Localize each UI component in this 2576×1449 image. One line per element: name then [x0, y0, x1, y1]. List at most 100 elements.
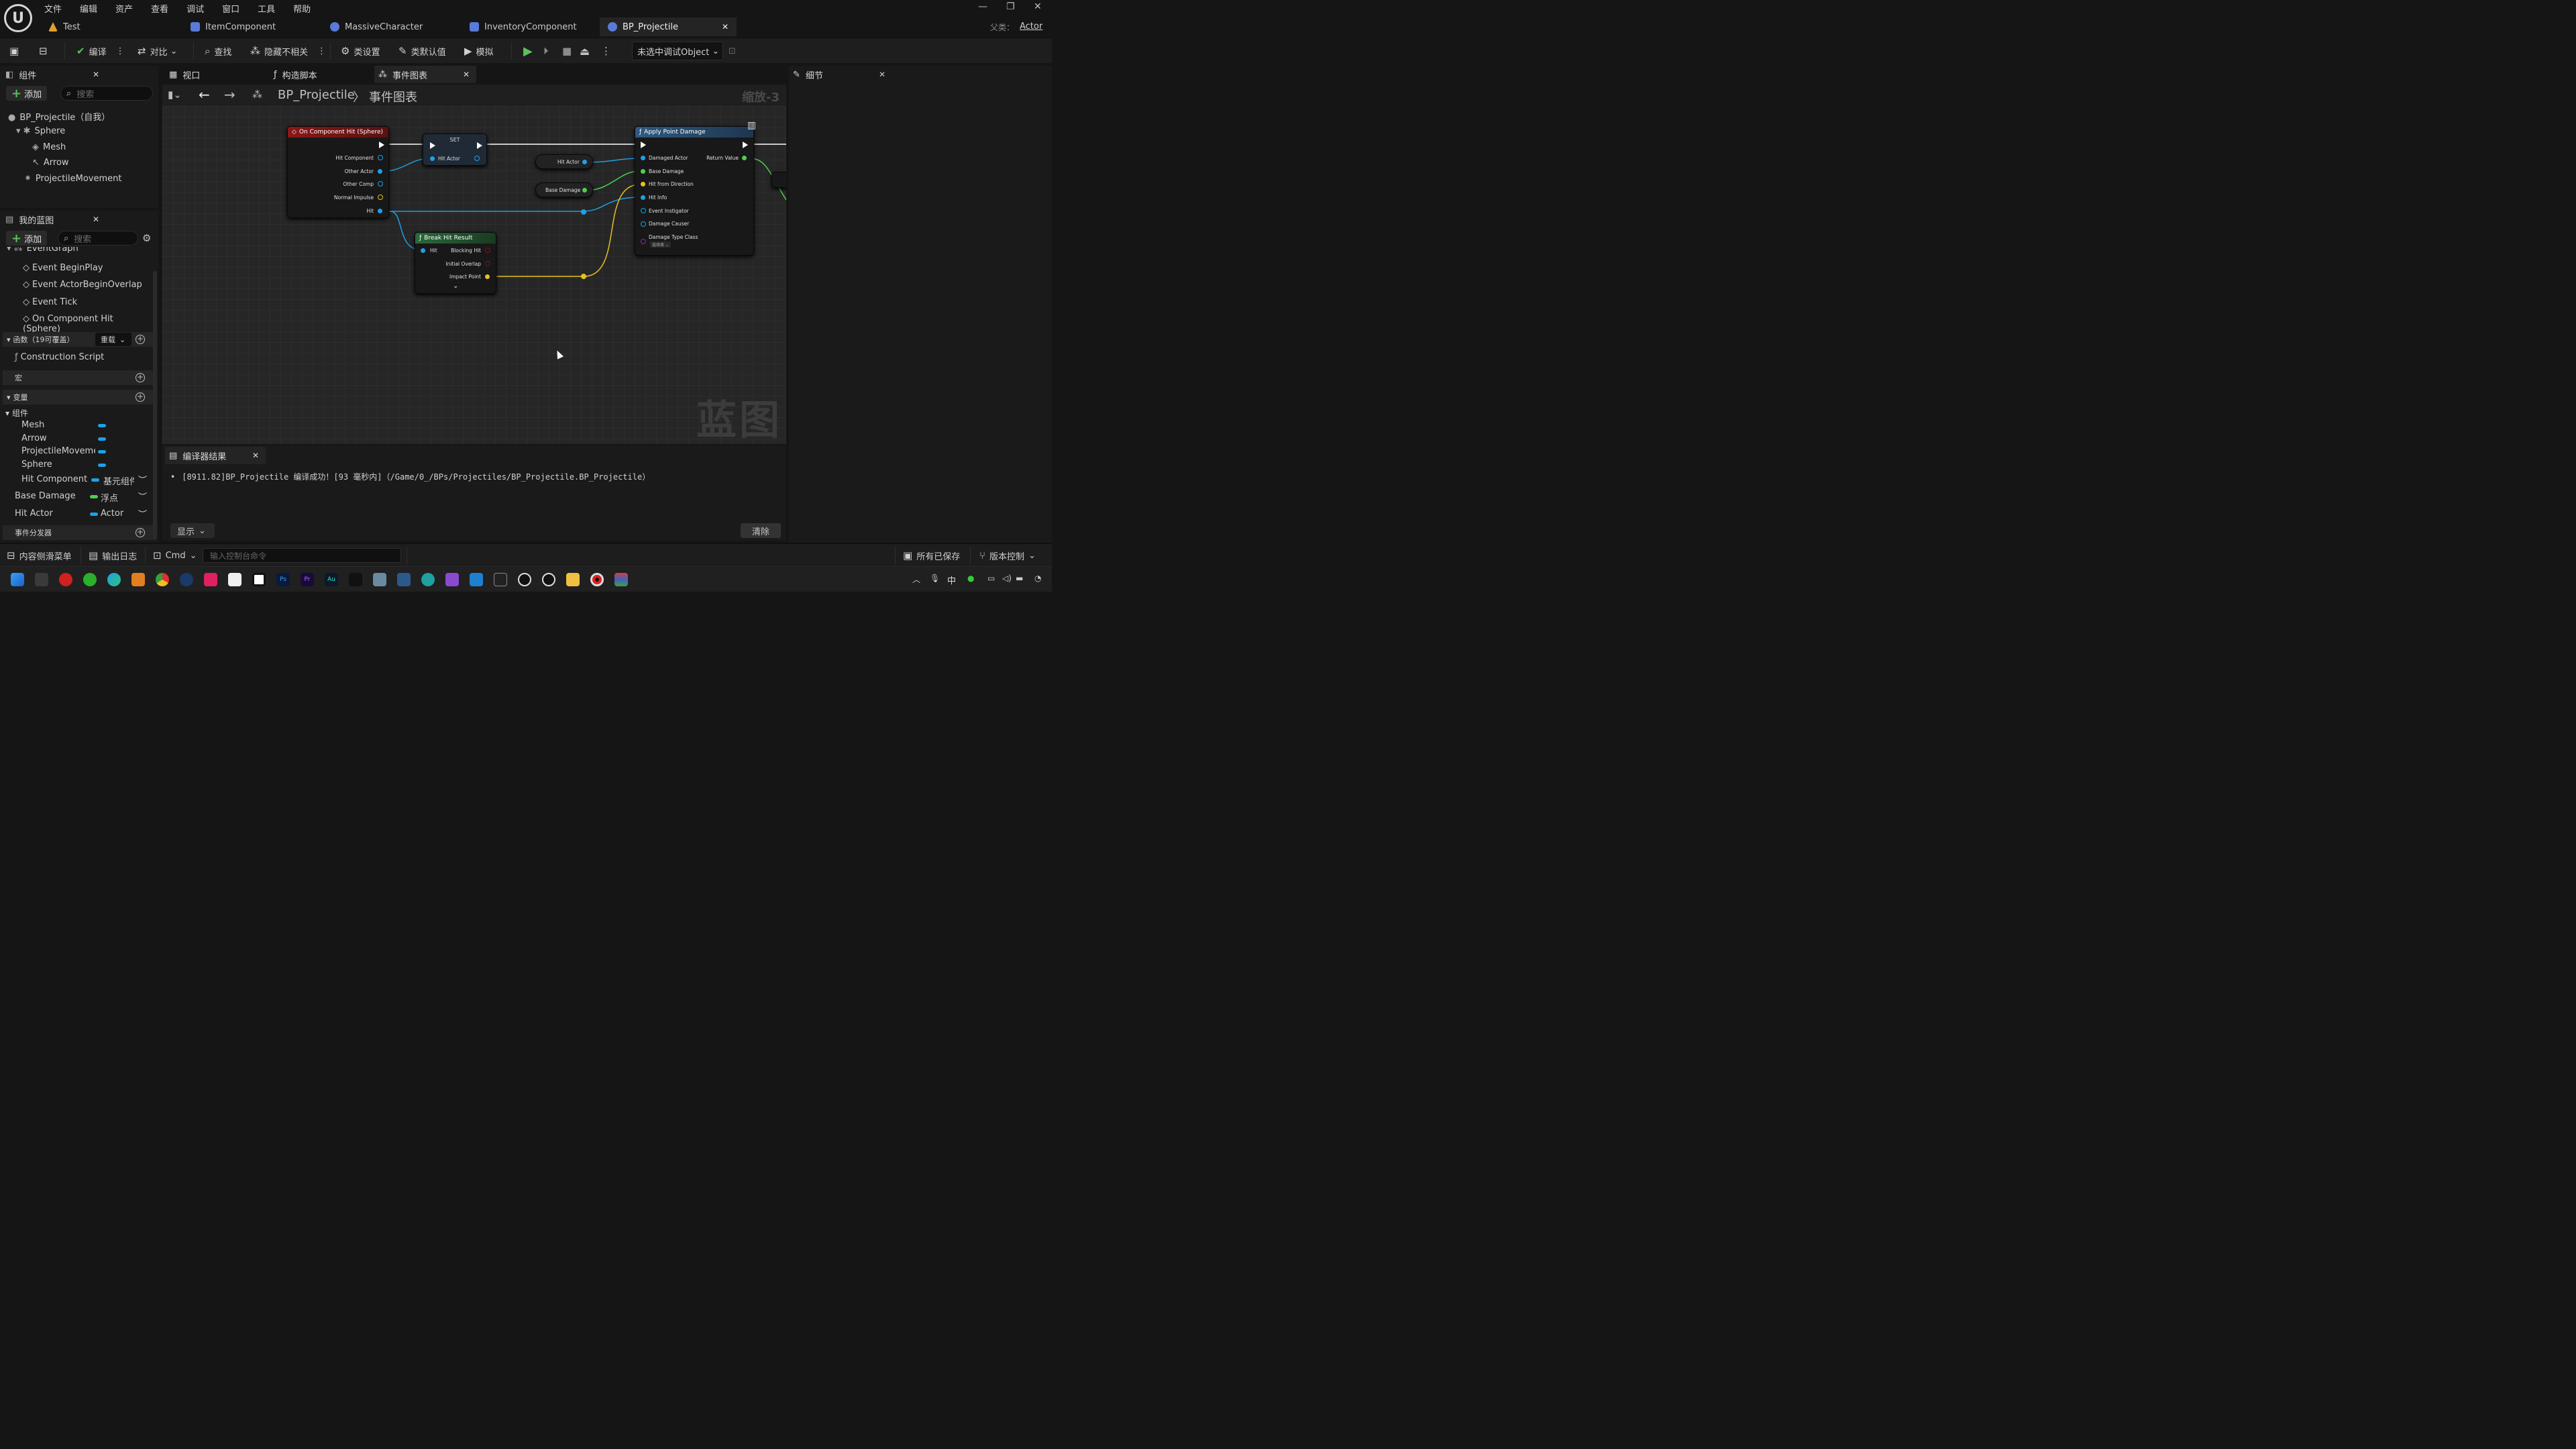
break-hit-result-node[interactable]: ƒ Break Hit Result Hit Blocking Hit Initi…	[415, 232, 496, 294]
bookmark-icon[interactable]: ▮⌄	[168, 89, 182, 101]
folder-icon[interactable]	[566, 573, 580, 586]
tab-massivecharacter[interactable]: MassiveCharacter	[322, 17, 462, 36]
pin[interactable]	[742, 156, 747, 160]
source-control-button[interactable]: ⑂ 版本控制 ⌄	[979, 547, 1036, 564]
diff-button[interactable]: ⇄ 对比 ⌄	[138, 43, 178, 59]
close-panel-icon[interactable]: ✕	[879, 70, 885, 79]
close-panel-icon[interactable]: ✕	[93, 70, 99, 79]
netease-music-icon[interactable]	[59, 573, 72, 586]
var-mesh[interactable]: Mesh	[21, 420, 109, 430]
tab-itemcomponent[interactable]: ItemComponent	[182, 17, 322, 36]
my-blueprint-tab[interactable]: ▤ 我的蓝图 ✕	[5, 211, 105, 228]
class-settings-button[interactable]: ⚙ 类设置	[341, 43, 380, 59]
pin[interactable]	[485, 274, 490, 279]
close-tab-icon[interactable]: ✕	[463, 70, 470, 79]
close-tab-icon[interactable]: ✕	[722, 22, 729, 32]
menu-asset[interactable]: 资产	[115, 2, 133, 15]
pin[interactable]	[485, 248, 490, 253]
cmd-dropdown[interactable]: ⊡ Cmd ⌄	[153, 547, 197, 564]
app-icon[interactable]	[204, 573, 217, 586]
chrome-icon[interactable]	[156, 573, 169, 586]
pin[interactable]	[474, 156, 480, 161]
step-icon[interactable]: ⏵	[543, 43, 549, 59]
tab-event-graph[interactable]: ⁂ 事件图表 ✕	[374, 66, 476, 83]
event-tick[interactable]: ◇ Event Tick	[23, 297, 77, 307]
component-search-input[interactable]: ⌕ 搜索	[60, 86, 153, 101]
add-macro-icon[interactable]: +	[136, 373, 145, 382]
all-saved-button[interactable]: ▣ 所有已保存	[903, 547, 960, 564]
box-icon[interactable]	[252, 573, 266, 586]
blueprint-search-input[interactable]: ⌕ 搜索	[58, 231, 138, 246]
epic-icon[interactable]	[494, 573, 507, 586]
exec-in-pin[interactable]	[430, 142, 435, 149]
pin[interactable]	[485, 261, 490, 266]
console-command-input[interactable]: 输入控制台命令	[203, 548, 401, 563]
terminal-icon[interactable]	[35, 573, 48, 586]
debug-object-select[interactable]: 未选中调试Object ⌄	[632, 42, 723, 60]
class-select[interactable]: 选择类 ⌄	[650, 241, 671, 248]
apply-point-damage-node[interactable]: ƒ Apply Point Damage Damaged Actor Return…	[635, 120, 756, 256]
menu-debug[interactable]: 调试	[186, 2, 204, 15]
menu-window[interactable]: 窗口	[222, 2, 239, 15]
pin[interactable]	[641, 182, 645, 186]
pin[interactable]	[641, 208, 646, 213]
var-hit-component[interactable]: Hit Component 基元组件 ︶	[21, 474, 152, 487]
browse-button[interactable]: ⊟	[39, 43, 52, 59]
windows-start-icon[interactable]	[11, 573, 24, 586]
pin[interactable]	[430, 156, 435, 161]
event-graph-canvas[interactable]: ◇ On Component Hit (Sphere) Hit Component…	[162, 106, 786, 444]
unreal-logo-icon[interactable]: U	[4, 4, 32, 32]
content-drawer-button[interactable]: ⊟ 内容侧滑菜单	[7, 547, 72, 564]
save-button[interactable]: ▣	[9, 43, 23, 59]
premiere-icon[interactable]: Pr	[301, 573, 314, 586]
compile-button[interactable]: ✔ 编译 ⋮	[76, 43, 125, 59]
var-sphere[interactable]: Sphere	[21, 460, 109, 470]
forward-arrow-icon[interactable]: →	[224, 87, 235, 103]
pin[interactable]	[641, 195, 645, 200]
pin[interactable]	[378, 181, 383, 186]
input-language-indicator[interactable]: 中	[947, 574, 956, 586]
more-icon[interactable]: ⋮	[317, 46, 326, 56]
meta-icon[interactable]	[228, 573, 241, 586]
add-component-button[interactable]: + 添加	[6, 86, 48, 101]
next-node[interactable]	[771, 172, 786, 188]
restore-button[interactable]: ❐	[1006, 1, 1015, 12]
volume-icon[interactable]: ◁)	[1002, 574, 1012, 583]
more-icon[interactable]: ⋮	[601, 43, 611, 59]
unreal2-icon[interactable]	[542, 573, 555, 586]
functions-section[interactable]: ▾ 函数（19可覆盖） 重载 ⌄ +	[3, 332, 156, 347]
calculator-icon[interactable]	[373, 573, 386, 586]
add-function-icon[interactable]: +	[136, 335, 145, 344]
component-projectilemovement[interactable]: ⁕ ProjectileMovement	[24, 174, 121, 184]
hide-unrelated-button[interactable]: ⁂ 隐藏不相关 ⋮	[250, 43, 326, 59]
dispatchers-section[interactable]: 事件分发器 +	[3, 525, 156, 540]
minimize-button[interactable]: —	[978, 1, 987, 12]
var-base-damage[interactable]: Base Damage 浮点 ︶	[15, 491, 152, 504]
audition-icon[interactable]: Au	[325, 573, 338, 586]
var-arrow[interactable]: Arrow	[21, 433, 109, 443]
pin[interactable]	[641, 169, 645, 174]
add-dispatcher-icon[interactable]: +	[136, 528, 145, 537]
record-icon[interactable]	[590, 573, 604, 586]
tray-expand-icon[interactable]: ︿	[912, 574, 920, 585]
component-mesh[interactable]: ◈ Mesh	[32, 142, 66, 152]
set-node[interactable]: SET Hit Actor	[423, 133, 487, 166]
event-beginplay[interactable]: ◇ Event BeginPlay	[23, 263, 103, 273]
pin[interactable]	[641, 156, 645, 160]
network-icon[interactable]: ▭	[987, 574, 995, 583]
unreal-icon[interactable]	[518, 573, 531, 586]
notepad-icon[interactable]	[397, 573, 411, 586]
on-component-hit-node[interactable]: ◇ On Component Hit (Sphere) Hit Component…	[287, 126, 389, 218]
eventgraph-item[interactable]: ▾ ⁂ EventGraph	[7, 247, 78, 254]
eject-icon[interactable]: ⏏	[580, 43, 590, 59]
override-dropdown[interactable]: 重载 ⌄	[95, 333, 131, 346]
capcut-icon[interactable]	[349, 573, 362, 586]
show-dropdown[interactable]: 显示 ⌄	[170, 523, 215, 538]
simulate-button[interactable]: ▶ 模拟	[464, 43, 494, 59]
compiler-results-tab[interactable]: ▤ 编译器结果 ✕	[165, 447, 266, 464]
exec-in-pin[interactable]	[641, 142, 646, 148]
breadcrumb-leaf[interactable]: 事件图表	[369, 88, 417, 105]
arduino-icon[interactable]	[421, 573, 435, 586]
scrollbar[interactable]	[153, 271, 157, 539]
menu-edit[interactable]: 编辑	[80, 2, 97, 15]
